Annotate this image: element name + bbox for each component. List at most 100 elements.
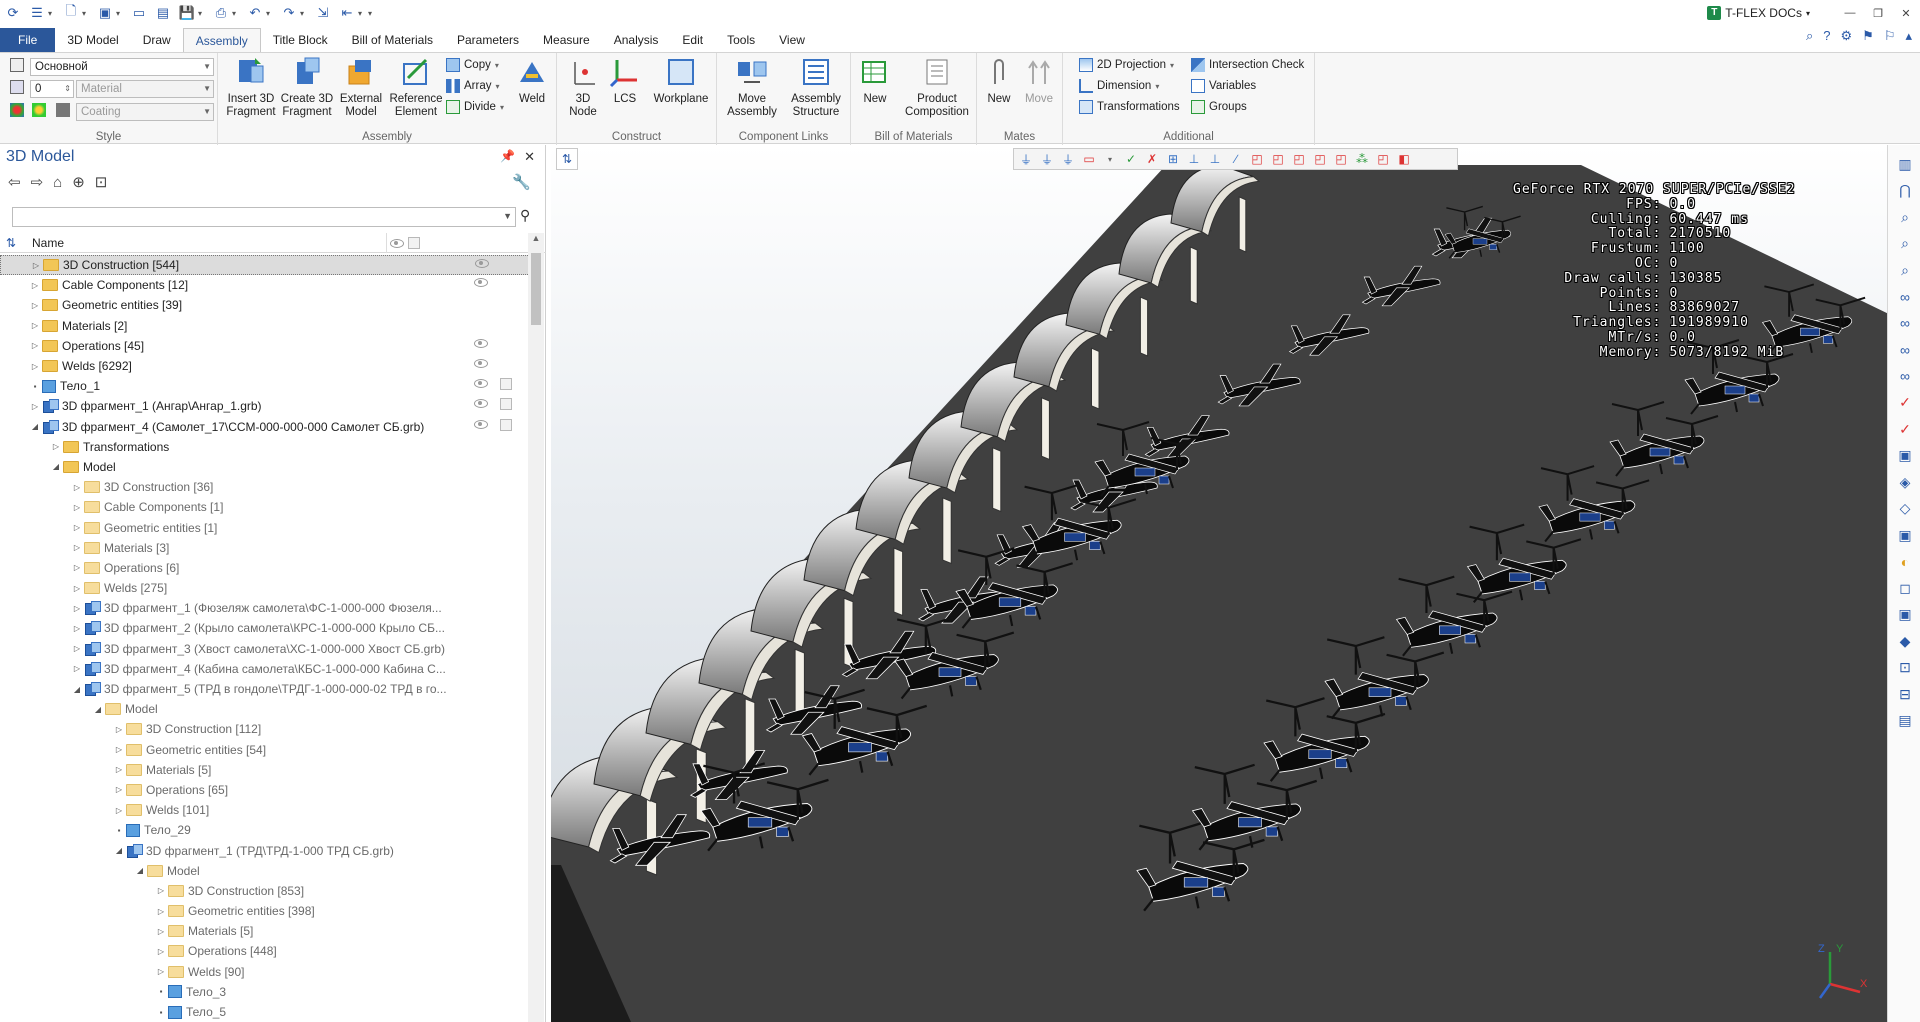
copy-button[interactable]: Copy ▾ <box>446 58 499 72</box>
save-icon[interactable]: 💾 <box>176 3 198 23</box>
tree-row[interactable]: ▷ Geometric entities [39] <box>0 295 530 315</box>
column-name-label[interactable]: Name <box>32 236 64 250</box>
tree-options-icon[interactable]: ⇅ <box>6 236 16 250</box>
cube-red-icon[interactable]: ◰ <box>1375 151 1391 167</box>
expand-arrow-icon[interactable]: ▷ <box>70 584 84 593</box>
tree-row[interactable]: ▷ Operations [45] <box>0 336 530 356</box>
expand-arrow-icon[interactable]: ▷ <box>28 362 42 371</box>
expand-arrow-icon[interactable]: ▷ <box>70 644 84 653</box>
tree-row[interactable]: ▷ Cable Components [12] <box>0 275 530 295</box>
swatch-icon[interactable] <box>56 103 70 117</box>
tree-row[interactable]: ▷ 3D Construction [853] <box>0 881 530 901</box>
tree-row[interactable]: ◢ Model <box>0 457 530 477</box>
variables-button[interactable]: Variables <box>1191 79 1256 93</box>
minimize-button[interactable]: — <box>1836 7 1864 19</box>
glasses-icon[interactable]: ∞ <box>1894 339 1916 361</box>
tree-row[interactable]: ▷ 3D фрагмент_4 (Кабина самолета\КБС-1-00… <box>0 659 530 679</box>
expand-arrow-icon[interactable]: ▷ <box>154 927 168 936</box>
tree-row[interactable]: ▪ Тело_3 <box>0 982 530 1002</box>
tab-file[interactable]: File <box>0 28 56 52</box>
tree-row[interactable]: ▷ Transformations <box>0 437 530 457</box>
snap-edge-icon[interactable]: ∕ <box>1228 151 1244 167</box>
collapse-ribbon-icon[interactable]: ▴ <box>1905 28 1912 44</box>
search-icon[interactable]: ⚲ <box>520 207 530 224</box>
tree-row[interactable]: ▪ Тело_29 <box>0 820 530 840</box>
panel-icon[interactable]: ▥ <box>1894 153 1916 175</box>
collapse-arrow-icon[interactable]: ◢ <box>70 685 84 694</box>
forward-arrow-icon[interactable]: ⇨ <box>31 173 44 191</box>
copy-icon[interactable] <box>500 418 512 431</box>
cube-red-icon[interactable]: ◰ <box>1333 151 1349 167</box>
expand-arrow-icon[interactable]: ▷ <box>28 402 42 411</box>
tab-draw[interactable]: Draw <box>131 28 183 52</box>
filter-faces-icon[interactable]: ⏚ <box>1039 151 1055 167</box>
tree-row[interactable]: ▷ Cable Components [1] <box>0 497 530 517</box>
close-button[interactable]: ✕ <box>1892 7 1920 20</box>
tab-view[interactable]: View <box>767 28 817 52</box>
eye-icon[interactable] <box>474 358 488 368</box>
box-icon[interactable]: ◻ <box>1894 577 1916 599</box>
search-commands-icon[interactable]: ⌕ <box>1806 28 1813 44</box>
tree-row[interactable]: ▷ Operations [6] <box>0 558 530 578</box>
color-palette-icon[interactable] <box>10 103 24 117</box>
collapse-arrow-icon[interactable]: ◢ <box>91 705 105 714</box>
red-filter-icon[interactable]: ▭ <box>1081 151 1097 167</box>
expand-arrow-icon[interactable]: ▷ <box>70 563 84 572</box>
external-model-button[interactable]: External Model <box>336 55 386 119</box>
window-icon[interactable]: ▭ <box>128 3 150 23</box>
tree-row[interactable]: ◢ Model <box>0 699 530 719</box>
shape-icon[interactable]: ◇ <box>1894 498 1916 520</box>
tab-measure[interactable]: Measure <box>531 28 602 52</box>
tree-row[interactable]: ▷ Geometric entities [54] <box>0 740 530 760</box>
snap-node-icon[interactable]: ⊥ <box>1186 151 1202 167</box>
tab-edit[interactable]: Edit <box>670 28 715 52</box>
expand-arrow-icon[interactable]: ▷ <box>154 907 168 916</box>
eye-icon[interactable] <box>474 379 488 389</box>
t-flex-docs-menu[interactable]: T T-FLEX DOCs ▾ <box>1707 6 1810 20</box>
viewport-tree-toggle-icon[interactable]: ⇅ <box>556 148 578 170</box>
tree-row[interactable]: ▷ 3D Construction [36] <box>0 477 530 497</box>
assembly-structure-button[interactable]: Assembly Structure <box>785 55 847 119</box>
mates-new-button[interactable]: New <box>981 55 1017 106</box>
tree-row[interactable]: ▷ 3D Construction [544] <box>0 255 530 276</box>
target-icon[interactable]: ⊕ <box>72 173 85 191</box>
select-check-icon[interactable]: ✓ <box>1123 151 1139 167</box>
tree-row[interactable]: ▷ Materials [5] <box>0 760 530 780</box>
tree-row[interactable]: ▷ Welds [275] <box>0 578 530 598</box>
copy-column-icon[interactable] <box>408 237 420 249</box>
cube-icon[interactable]: ◈ <box>1894 471 1916 493</box>
flag-icon[interactable]: ⚐ <box>1884 28 1896 44</box>
expand-arrow-icon[interactable]: ▷ <box>154 947 168 956</box>
sphere-icon[interactable]: ◐ <box>1894 551 1916 573</box>
expand-arrow-icon[interactable]: ▷ <box>112 785 126 794</box>
filter-icon[interactable]: ⊡ <box>95 173 108 191</box>
layers-icon[interactable]: ◧ <box>1396 151 1412 167</box>
eye-icon[interactable] <box>474 278 488 288</box>
expand-arrow-icon[interactable]: ▷ <box>112 725 126 734</box>
move-assembly-button[interactable]: Move Assembly <box>721 55 783 119</box>
cube-icon[interactable]: ◆ <box>1894 630 1916 652</box>
create-3d-fragment-button[interactable]: Create 3D Fragment <box>280 55 334 119</box>
help-icon[interactable]: ? <box>1823 28 1830 44</box>
tree-search-input[interactable]: ▼ <box>12 207 516 227</box>
expand-arrow-icon[interactable]: ▷ <box>28 341 42 350</box>
bom-new-button[interactable]: New <box>855 55 895 106</box>
array-button[interactable]: Array ▾ <box>446 79 500 93</box>
reference-element-button[interactable]: Reference Element <box>386 55 446 119</box>
3d-node-button[interactable]: 3D Node <box>565 55 601 119</box>
intersection-check-button[interactable]: Intersection Check <box>1191 58 1304 72</box>
eye-icon[interactable] <box>474 419 488 429</box>
expand-arrow-icon[interactable]: ▷ <box>112 745 126 754</box>
expand-arrow-icon[interactable]: ▷ <box>154 886 168 895</box>
graph-icon[interactable]: ⁂ <box>1354 151 1370 167</box>
chevron-down-icon[interactable]: ▾ <box>232 9 242 18</box>
gear-icon[interactable]: ⚙ <box>1841 28 1853 44</box>
collapse-arrow-icon[interactable]: ◢ <box>28 422 42 431</box>
expand-arrow-icon[interactable]: ▷ <box>112 765 126 774</box>
tab-bill-of-materials[interactable]: Bill of Materials <box>340 28 445 52</box>
expand-arrow-icon[interactable]: ▷ <box>70 503 84 512</box>
redo-icon[interactable]: ↷ <box>278 3 300 23</box>
tree-row[interactable]: ◢ 3D фрагмент_4 (Самолет_17\ССМ-000-000-0… <box>0 417 530 437</box>
chevron-down-icon[interactable]: ▾ <box>300 9 310 18</box>
expand-arrow-icon[interactable]: ▷ <box>70 483 84 492</box>
